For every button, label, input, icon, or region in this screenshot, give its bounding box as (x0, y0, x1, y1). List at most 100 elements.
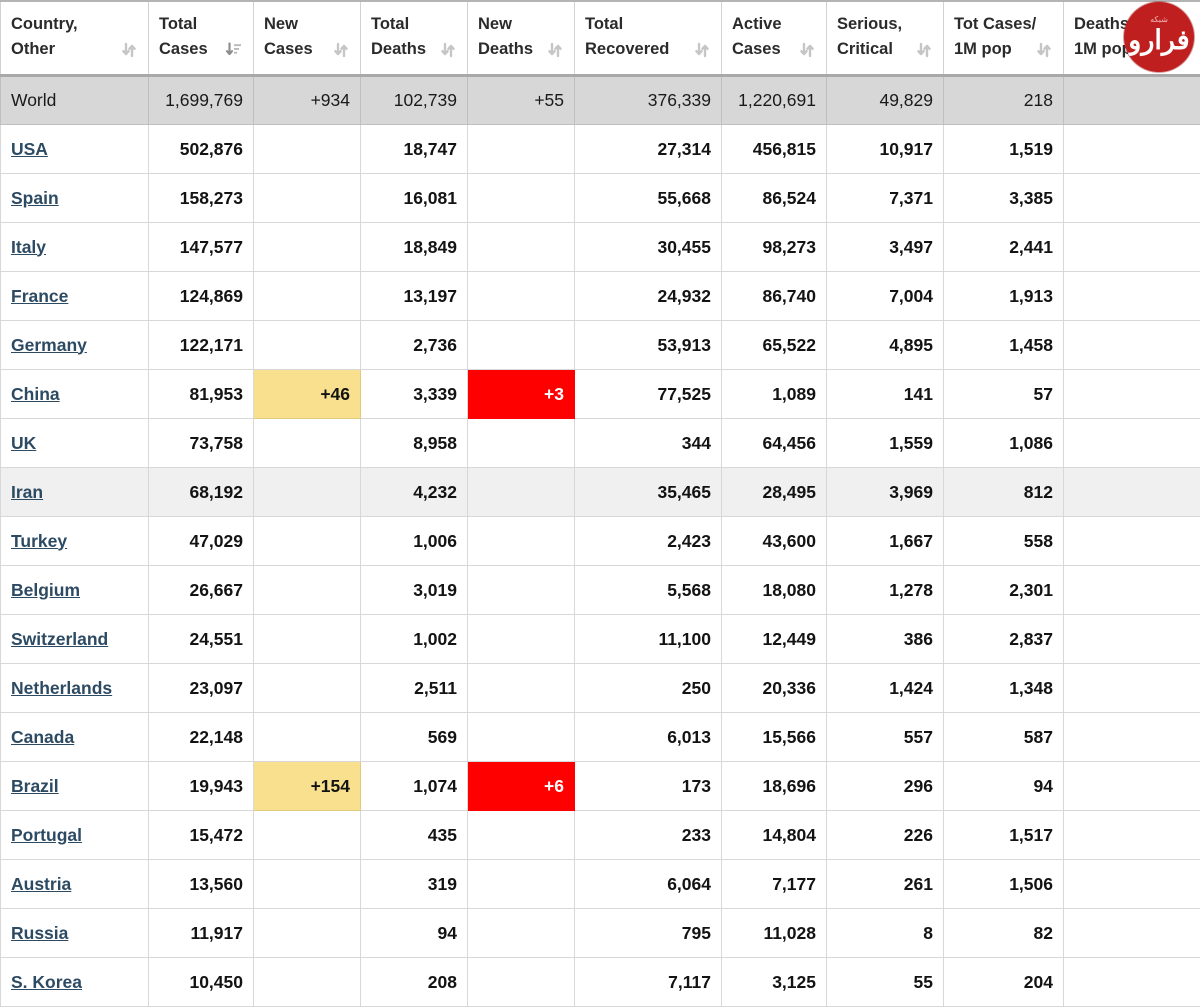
cell-trec: 27,314 (574, 124, 722, 174)
cell-ncases (253, 712, 361, 762)
cell-trec: 30,455 (574, 222, 722, 272)
country-link[interactable]: Italy (11, 237, 46, 257)
cell-ndeaths (467, 173, 575, 223)
cell-active: 14,804 (721, 810, 827, 860)
column-header-serious[interactable]: Serious, Critical (826, 0, 944, 77)
sort-both-icon[interactable] (120, 41, 138, 59)
country-link[interactable]: Canada (11, 727, 74, 747)
cell-totpop: 558 (943, 516, 1064, 566)
table-header-row: Country, Other Total Cases New Cases Total Deat… (0, 0, 1200, 77)
table-row: Turkey 47,029 1,006 2,42343,6001,66755812 (0, 516, 1200, 566)
sort-desc-icon[interactable] (225, 41, 243, 59)
watermark-text: فرارو (1128, 24, 1190, 55)
column-header-ncases[interactable]: New Cases (253, 0, 361, 77)
column-header-line1: Country, (11, 15, 78, 33)
column-header-tdeaths[interactable]: Total Deaths (360, 0, 468, 77)
table-row: Canada 22,148 569 6,01315,56655758715 (0, 712, 1200, 762)
sort-both-icon[interactable] (439, 41, 457, 59)
column-header-active[interactable]: Active Cases (721, 0, 827, 77)
sort-both-icon[interactable] (693, 41, 711, 59)
sort-both-icon[interactable] (915, 41, 933, 59)
cell-deathpop: 0.6 (1063, 908, 1200, 958)
cell-totpop: 3,385 (943, 173, 1064, 223)
country-link[interactable]: Spain (11, 188, 59, 208)
cell-country: Spain (0, 173, 149, 223)
table-row: Spain 158,273 16,081 55,668 86,524 7,371 3,385… (0, 173, 1200, 223)
cell-trec: 11,100 (574, 614, 722, 664)
column-header-country[interactable]: Country, Other (0, 0, 149, 77)
country-link[interactable]: Germany (11, 335, 87, 355)
column-header-line2: Other (11, 37, 138, 62)
cell-serious: 3,497 (826, 222, 944, 272)
column-header-ndeaths[interactable]: New Deaths (467, 0, 575, 77)
sort-both-icon[interactable] (1035, 41, 1053, 59)
cell-tdeaths: 16,081 (360, 173, 468, 223)
cell-deathpop: 5 (1063, 761, 1200, 811)
cell-deathpop: 33 (1063, 320, 1200, 370)
column-header-tcases[interactable]: Total Cases (148, 0, 254, 77)
table-row: Belgium 26,667 3,019 5,56818,0801,2782,3012… (0, 565, 1200, 615)
country-link[interactable]: Netherlands (11, 678, 112, 698)
country-link[interactable]: Iran (11, 482, 43, 502)
cell-tdeaths: 4,232 (360, 467, 468, 517)
cell-country: Austria (0, 859, 149, 909)
cell-ndeaths: +55 (467, 75, 575, 125)
cell-active: 18,080 (721, 565, 827, 615)
cell-totpop: 1,506 (943, 859, 1064, 909)
cell-ncases (253, 614, 361, 664)
column-header-line1: New (478, 15, 512, 33)
column-header-line2: Critical (837, 37, 933, 62)
country-link[interactable]: USA (11, 139, 48, 159)
site-watermark-logo: شبکه فرارو (1124, 2, 1194, 72)
cell-tdeaths: 2,511 (360, 663, 468, 713)
column-header-trec[interactable]: Total Recovered (574, 0, 722, 77)
sort-both-icon[interactable] (546, 41, 564, 59)
cell-totpop: 1,913 (943, 271, 1064, 321)
cell-serious: 1,559 (826, 418, 944, 468)
cell-trec: 35,465 (574, 467, 722, 517)
country-link[interactable]: Brazil (11, 776, 59, 796)
country-link[interactable]: China (11, 384, 60, 404)
cell-ncases (253, 810, 361, 860)
country-link[interactable]: Turkey (11, 531, 67, 551)
cell-deathpop: 344 (1063, 173, 1200, 223)
table-row: Germany 122,171 2,736 53,913 65,522 4,895 1,45… (0, 320, 1200, 370)
cell-ncases (253, 173, 361, 223)
cell-tdeaths: 18,849 (360, 222, 468, 272)
cell-trec: 6,013 (574, 712, 722, 762)
cell-ncases (253, 467, 361, 517)
cell-serious: 1,424 (826, 663, 944, 713)
country-link[interactable]: Switzerland (11, 629, 108, 649)
cell-deathpop: 4 (1063, 957, 1200, 1007)
cell-tdeaths: 208 (360, 957, 468, 1007)
country-link[interactable]: Portugal (11, 825, 82, 845)
sort-both-icon[interactable] (332, 41, 350, 59)
country-link[interactable]: UK (11, 433, 36, 453)
cell-deathpop: 132 (1063, 418, 1200, 468)
cell-ndeaths (467, 957, 575, 1007)
cell-trec: 77,525 (574, 369, 722, 419)
cell-tdeaths: 3,019 (360, 565, 468, 615)
table-row: USA 502,876 18,747 27,314 456,815 10,917 1,519… (0, 124, 1200, 174)
cell-deathpop: 116 (1063, 614, 1200, 664)
cell-country: Iran (0, 467, 149, 517)
column-header-totpop[interactable]: Tot Cases/1M pop (943, 0, 1064, 77)
country-link[interactable]: S. Korea (11, 972, 82, 992)
cell-ncases (253, 908, 361, 958)
cell-ncases (253, 320, 361, 370)
sort-both-icon[interactable] (798, 41, 816, 59)
cell-country: UK (0, 418, 149, 468)
cell-country: S. Korea (0, 957, 149, 1007)
country-link[interactable]: Russia (11, 923, 68, 943)
cell-tcases: 124,869 (148, 271, 254, 321)
cell-tdeaths: 1,002 (360, 614, 468, 664)
country-link[interactable]: Austria (11, 874, 71, 894)
cell-totpop: 1,348 (943, 663, 1064, 713)
country-link[interactable]: France (11, 286, 68, 306)
table-body: World 1,699,769 +934 102,739 +55 376,339 1,220… (0, 75, 1200, 1007)
cell-ndeaths: +6 (467, 761, 575, 811)
table-row: Italy 147,577 18,849 30,455 98,273 3,497 2,441… (0, 222, 1200, 272)
cell-country: Italy (0, 222, 149, 272)
country-link[interactable]: Belgium (11, 580, 80, 600)
cell-serious: 1,278 (826, 565, 944, 615)
